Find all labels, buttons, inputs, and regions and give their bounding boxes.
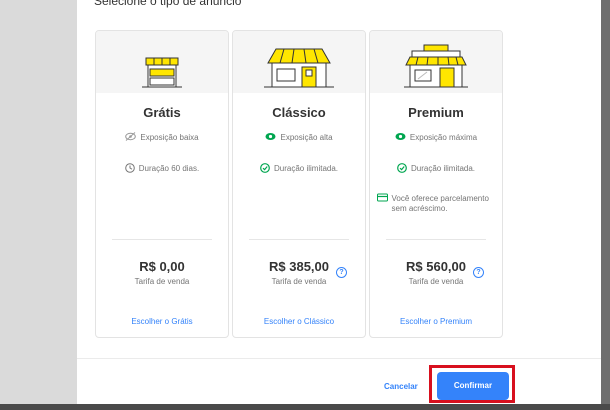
plan-price-caption: Tarifa de venda: [271, 277, 327, 286]
plan-price-caption: Tarifa de venda: [134, 277, 190, 286]
confirm-button[interactable]: Confirmar: [437, 372, 509, 400]
eye-off-icon: [125, 132, 137, 141]
plan-feature: Exposição máxima: [370, 133, 502, 143]
plan-feature: Duração ilimitada.: [370, 163, 502, 174]
plan-feature: Duração 60 dias.: [96, 163, 228, 174]
page-bottom-edge: [0, 404, 610, 410]
plan-feature-text: Exposição baixa: [140, 133, 199, 142]
ad-type-modal: Selecione o tipo de anúncio Grátis Expos…: [77, 0, 601, 404]
page-backdrop-left: [0, 0, 77, 410]
plan-feature: Duração ilimitada.: [233, 163, 365, 174]
plan-feature-text: Exposição alta: [280, 133, 333, 142]
choose-premium-link[interactable]: Escolher o Premium: [370, 317, 502, 326]
card-divider: [112, 239, 212, 240]
plan-feature: Exposição baixa: [96, 132, 228, 143]
plan-price-caption: Tarifa de venda: [408, 277, 464, 286]
footer-divider: [77, 358, 601, 359]
plan-feature: Você oferece parcelamento sem acréscimo.: [370, 193, 502, 214]
card-divider: [249, 239, 349, 240]
plan-feature: Exposição alta: [233, 133, 365, 143]
choose-gratis-link[interactable]: Escolher o Grátis: [96, 317, 228, 326]
plan-feature-text: Duração 60 dias.: [138, 164, 200, 173]
plan-title: Premium: [408, 105, 464, 120]
eye-icon: [265, 133, 276, 140]
timer-check-icon: [397, 163, 407, 173]
plan-feature-text: Duração ilimitada.: [410, 164, 476, 173]
plan-illustration-area: [96, 31, 228, 93]
card-divider: [386, 239, 486, 240]
choose-classico-link[interactable]: Escolher o Clássico: [233, 317, 365, 326]
storefront-icon: [264, 48, 334, 88]
cancel-button[interactable]: Cancelar: [384, 382, 418, 391]
page-backdrop-right: [601, 0, 610, 410]
timer-check-icon: [260, 163, 270, 173]
plan-card-gratis: Grátis Exposição baixa Duração 60 dias. …: [95, 30, 229, 338]
plan-feature-text: Você oferece parcelamento sem acréscimo.: [391, 194, 489, 213]
plan-feature-text: Exposição máxima: [409, 133, 478, 142]
market-stall-icon: [142, 57, 182, 88]
plan-title: Clássico: [272, 105, 326, 120]
premium-storefront-icon: [404, 44, 468, 88]
clock-icon: [124, 163, 135, 173]
credit-card-icon: [376, 193, 388, 202]
plan-price: R$ 0,00: [139, 259, 185, 274]
plan-card-premium: Premium Exposição máxima Duração ilimita…: [369, 30, 503, 338]
plan-illustration-area: [233, 31, 365, 93]
modal-heading: Selecione o tipo de anúncio: [94, 0, 242, 8]
plan-illustration-area: [370, 31, 502, 93]
eye-icon: [395, 133, 406, 140]
plan-feature-text: Duração ilimitada.: [273, 164, 339, 173]
plan-title: Grátis: [143, 105, 181, 120]
plan-card-classico: Clássico Exposição alta Duração ilimitad…: [232, 30, 366, 338]
